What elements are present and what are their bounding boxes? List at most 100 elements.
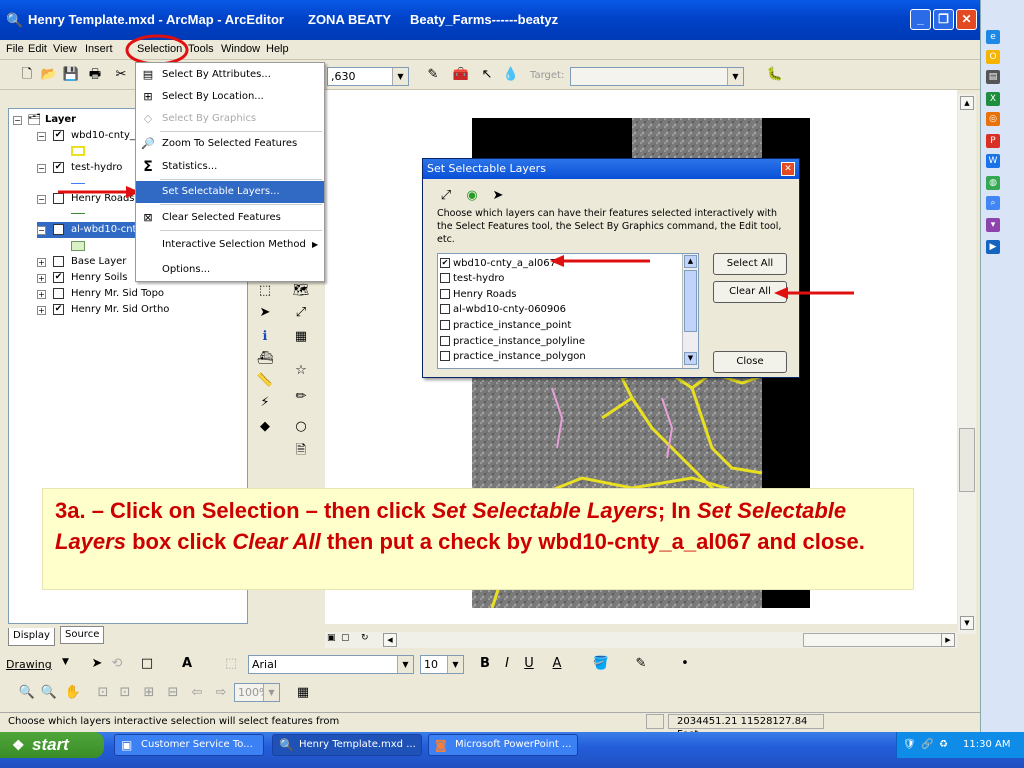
zoom-out-icon[interactable]: 🔍 <box>40 684 58 702</box>
map-scale-combo[interactable]: ,630 ▼ <box>327 67 409 86</box>
layer-checkbox[interactable] <box>440 273 450 283</box>
menu-insert[interactable]: Insert <box>85 43 113 55</box>
measure-icon[interactable]: 📏 <box>256 372 274 390</box>
arctoolbox-icon[interactable]: 🧰 <box>452 66 470 84</box>
network-icon[interactable]: 🔗 <box>921 732 933 758</box>
close-button[interactable]: ✕ <box>956 9 977 30</box>
collapse-icon[interactable]: − <box>37 132 46 141</box>
cut-icon[interactable]: ✂ <box>112 66 130 84</box>
map-vertical-scrollbar[interactable]: ▲ ▼ <box>958 94 976 634</box>
select-all-button[interactable]: Select All <box>713 253 787 275</box>
layer-checkbox[interactable] <box>53 288 64 299</box>
building-icon[interactable]: ▤ <box>986 70 1000 84</box>
menu-edit[interactable]: Edit <box>28 43 47 55</box>
fixed-zoom-in-icon[interactable]: ⊞ <box>140 684 158 702</box>
outlook-express-icon[interactable]: ◎ <box>986 112 1000 126</box>
media-player-icon[interactable]: ▶ <box>986 240 1000 254</box>
map-horizontal-scrollbar[interactable]: ▣ ▢ ↻ ◀ ▶ <box>325 632 957 648</box>
outlook-icon[interactable]: O <box>986 50 1000 64</box>
layer-checkbox[interactable]: ✔ <box>53 162 64 173</box>
taskbar-item[interactable]: ▣ Customer Service To... <box>114 734 264 756</box>
calculator-icon[interactable]: ▦ <box>292 328 310 346</box>
target-combo[interactable]: ▼ <box>570 67 744 86</box>
pan-icon[interactable]: ✋ <box>64 684 82 702</box>
whats-this-icon[interactable]: ↖ <box>478 66 496 84</box>
zoom-100-icon[interactable]: ⊡ <box>116 684 134 702</box>
zoom-whole-page-icon[interactable]: ⊡ <box>94 684 112 702</box>
layer-checkbox[interactable] <box>53 224 64 235</box>
chevron-down-icon[interactable]: ▼ <box>392 68 408 85</box>
excel-icon[interactable]: X <box>986 92 1000 106</box>
editor-icon[interactable]: ✎ <box>424 66 442 84</box>
menu-item-options[interactable]: Options... <box>136 259 324 281</box>
close-icon[interactable]: ✕ <box>781 162 795 176</box>
menu-help[interactable]: Help <box>266 43 289 55</box>
zoom-in-icon[interactable]: 🔍 <box>18 684 36 702</box>
font-name-combo[interactable]: Arial ▼ <box>248 655 414 674</box>
save-icon[interactable]: 💾 <box>62 66 80 84</box>
restore-button[interactable]: ❐ <box>933 9 954 30</box>
select-features-icon[interactable]: ⤢ <box>437 187 455 205</box>
menu-item-set-selectable-layers[interactable]: Set Selectable Layers... <box>136 181 324 203</box>
line-color-icon[interactable]: ✎ <box>632 655 650 673</box>
menu-item-statistics[interactable]: Σ Statistics... <box>136 156 324 178</box>
menu-item-select-by-location[interactable]: ⊞ Select By Location... <box>136 86 324 108</box>
text-tool-icon[interactable]: A <box>178 655 196 673</box>
scroll-up-icon[interactable]: ▲ <box>960 96 974 110</box>
open-folder-icon[interactable]: 📂 <box>40 66 58 84</box>
menu-view[interactable]: View <box>53 43 77 55</box>
fill-color-icon[interactable]: 🪣 <box>592 655 610 673</box>
data-view-icon[interactable]: ▣ <box>327 633 336 643</box>
start-button[interactable]: ❖ start <box>0 732 104 758</box>
collapse-icon[interactable]: − <box>37 195 46 204</box>
menu-item-interactive-selection-method[interactable]: Interactive Selection Method ▶ <box>136 234 324 256</box>
underline-icon[interactable]: U <box>520 655 538 673</box>
marker-color-icon[interactable]: • <box>676 655 694 673</box>
scroll-down-icon[interactable]: ▼ <box>960 616 974 630</box>
menu-item-clear-selected[interactable]: ⊠ Clear Selected Features <box>136 207 324 229</box>
search-icon[interactable]: ⌕ <box>986 196 1000 210</box>
back-extent-icon[interactable]: ⇦ <box>188 684 206 702</box>
scrollbar-thumb[interactable] <box>959 428 975 492</box>
layout-view-icon[interactable]: ▢ <box>341 633 350 643</box>
menu-item-zoom-to-selected[interactable]: 🔎 Zoom To Selected Features <box>136 133 324 155</box>
rectangle-icon[interactable]: □ <box>138 655 156 673</box>
star-icon[interactable]: ☆ <box>292 362 310 380</box>
powerpoint-icon[interactable]: P <box>986 134 1000 148</box>
layer-checkbox[interactable] <box>440 351 450 361</box>
layer-checkbox[interactable] <box>440 289 450 299</box>
pencil-icon[interactable]: ✏ <box>292 388 310 406</box>
pointer-icon[interactable]: ➤ <box>256 304 274 322</box>
find-icon[interactable]: ⛴ <box>256 350 274 368</box>
layer-checkbox[interactable]: ✔ <box>53 304 64 315</box>
select-by-graphics-icon[interactable]: ◉ <box>463 187 481 205</box>
report-icon[interactable]: 🗎 <box>292 442 310 460</box>
scrollbar-thumb[interactable] <box>803 633 953 647</box>
expand-icon[interactable]: + <box>37 274 46 283</box>
layer-checkbox[interactable] <box>53 256 64 267</box>
zoom-combo[interactable]: 100% ▼ <box>234 683 280 702</box>
rotate-icon[interactable]: ⟲ <box>108 655 126 673</box>
dialog-title-bar[interactable]: Set Selectable Layers ✕ <box>423 159 799 179</box>
italic-icon[interactable]: I <box>498 655 516 673</box>
security-shield-icon[interactable]: 🛡 <box>903 732 916 758</box>
expand-icon[interactable]: + <box>37 290 46 299</box>
taskbar-item[interactable]: ◙ Microsoft PowerPoint ... <box>428 734 578 756</box>
chevron-down-icon[interactable]: ▼ <box>727 68 743 85</box>
chevron-down-icon[interactable]: ▼ <box>62 657 69 667</box>
scroll-right-icon[interactable]: ▶ <box>941 633 955 647</box>
hyperlink-icon[interactable]: 🗺 <box>292 282 310 300</box>
sketch-tool-icon[interactable]: 🐛 <box>766 66 784 84</box>
water-drop-icon[interactable]: 💧 <box>502 66 520 84</box>
scroll-down-icon[interactable]: ▼ <box>684 352 697 365</box>
word-icon[interactable]: W <box>986 154 1000 168</box>
font-size-combo[interactable]: 10 ▼ <box>420 655 464 674</box>
tab-source[interactable]: Source <box>60 626 105 644</box>
layer-checkbox[interactable]: ✔ <box>440 258 450 268</box>
expand-icon[interactable]: + <box>37 306 46 315</box>
taskbar-item-active[interactable]: 🔍 Henry Template.mxd ... <box>272 734 422 756</box>
scroll-up-icon[interactable]: ▲ <box>684 255 697 268</box>
expand-icon[interactable]: + <box>37 258 46 267</box>
drawing-menu[interactable]: Drawing <box>6 658 52 671</box>
scrollbar-thumb[interactable] <box>684 270 697 332</box>
